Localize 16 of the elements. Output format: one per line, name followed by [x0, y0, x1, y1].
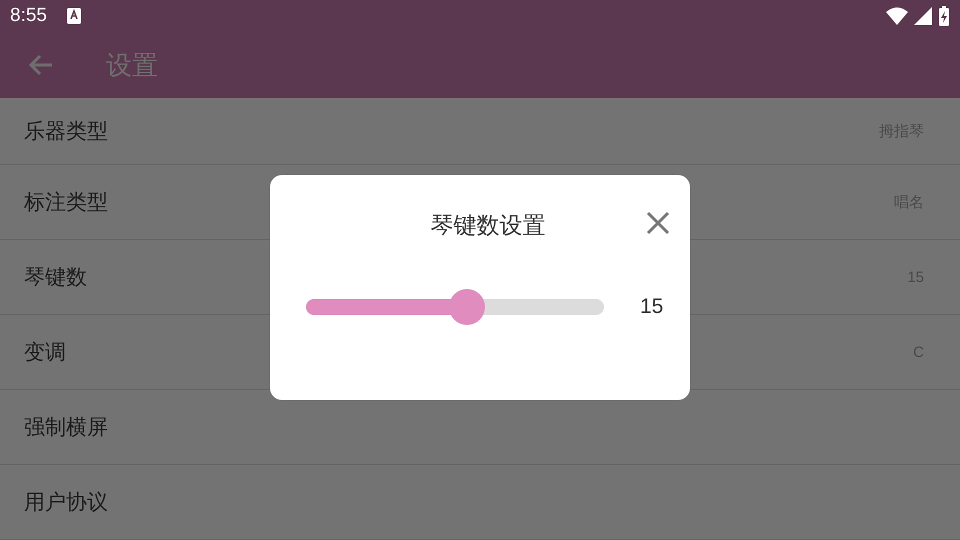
setting-label: 标注类型 — [24, 189, 108, 216]
settings-row[interactable]: 用户协议 — [0, 465, 960, 540]
signal-icon — [914, 7, 932, 26]
slider-thumb[interactable] — [448, 289, 485, 325]
setting-label: 乐器类型 — [24, 118, 108, 145]
back-arrow-icon[interactable] — [28, 53, 54, 78]
setting-label: 琴键数 — [24, 264, 87, 291]
keyboard-notification-icon — [66, 8, 81, 24]
setting-label: 变调 — [24, 339, 66, 366]
status-time: 8:55 — [10, 5, 47, 28]
dialog-title: 琴键数设置 — [430, 212, 546, 240]
wifi-icon — [886, 7, 908, 26]
setting-label: 强制横屏 — [24, 414, 108, 441]
setting-label: 用户协议 — [24, 489, 108, 516]
close-icon[interactable] — [646, 211, 670, 235]
battery-charging-icon — [938, 6, 950, 26]
